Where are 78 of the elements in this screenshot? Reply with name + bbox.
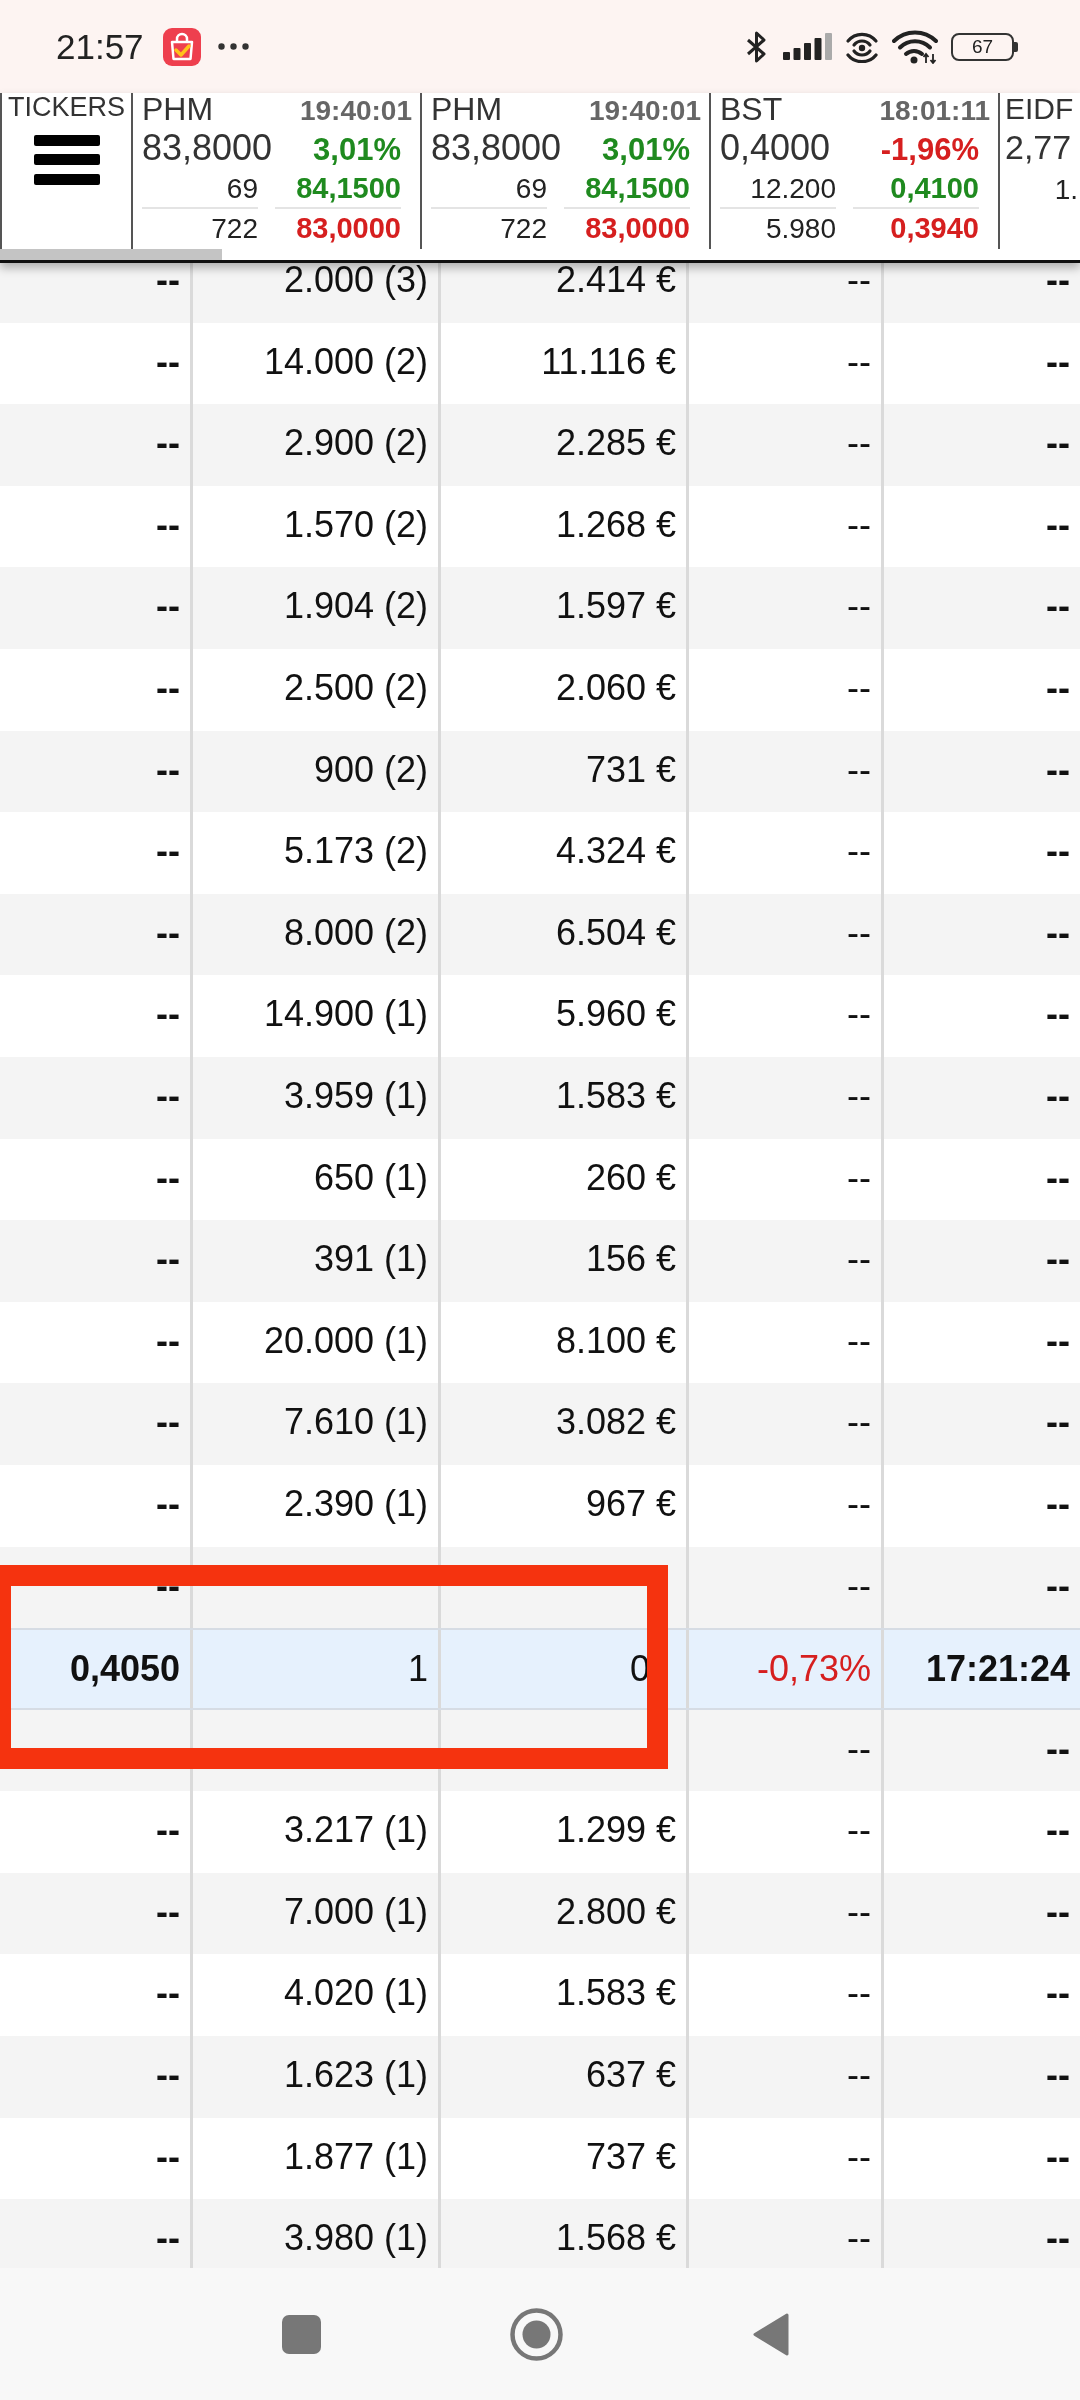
table-cell-text: -- bbox=[1045, 2134, 1071, 2179]
table-row[interactable]: -- 3.959 (1) 1.583 € -- -- bbox=[0, 1056, 1080, 1139]
ticker-figure: 83,0000 bbox=[295, 211, 401, 246]
ticker-symbol: EIDF bbox=[1005, 93, 1075, 125]
table-cell-text: -- bbox=[1045, 829, 1071, 874]
table-cell-text: -- bbox=[1045, 263, 1071, 302]
table-row[interactable]: -- 7.000 (1) 2.800 € -- -- bbox=[0, 1872, 1080, 1955]
menu-icon[interactable] bbox=[33, 135, 100, 185]
signal-bars-icon bbox=[783, 33, 832, 60]
ticker-count: 1. bbox=[1053, 173, 1078, 207]
shopping-bag-icon bbox=[162, 27, 201, 66]
more-dots-icon bbox=[217, 43, 249, 50]
table-cell-text: -- bbox=[1045, 1563, 1071, 1608]
ticker-count: 722 bbox=[499, 212, 547, 246]
ticker-price: 0,4000 bbox=[720, 126, 831, 170]
table-row[interactable]: -- 391 (1) 156 € -- -- bbox=[0, 1220, 1080, 1302]
ticker-symbol: BST bbox=[720, 93, 783, 125]
table-cell-text: -- bbox=[1045, 1481, 1071, 1526]
table-cell-text: -- bbox=[1045, 502, 1071, 547]
ticker-figure: 84,1500 bbox=[564, 170, 690, 209]
ticker-card[interactable]: PHM 19:40:01 83,8000 3,01% 69 84,1500 722 83,0000 bbox=[422, 93, 711, 249]
ticker-count: 5.980 bbox=[764, 212, 836, 246]
ticker-symbol: PHM bbox=[431, 93, 503, 125]
ticker-count: 12.200 bbox=[720, 170, 836, 209]
table-cell-text: -- bbox=[1045, 747, 1071, 792]
table-cell-text: -- bbox=[1045, 992, 1071, 1037]
table-row[interactable]: -- 3.980 (1) 1.568 € -- -- bbox=[0, 2199, 1080, 2268]
table-row[interactable]: -- 900 (2) 731 € -- -- bbox=[0, 730, 1080, 813]
ticker-time: 19:40:01 bbox=[299, 95, 412, 127]
ticker-count: 69 bbox=[431, 170, 547, 209]
table-cell-text: -- bbox=[1045, 2053, 1071, 2098]
ticker-figure: 83,0000 bbox=[584, 211, 690, 246]
ticker-count: 69 bbox=[142, 170, 258, 209]
table-cell-text: -- bbox=[1045, 339, 1071, 384]
battery-percent: 67 bbox=[971, 36, 994, 57]
table-cell-text: -- bbox=[1045, 665, 1071, 710]
ticker-change: 3,01% bbox=[313, 131, 401, 169]
home-icon[interactable] bbox=[510, 2307, 563, 2361]
table-cell-text: -- bbox=[1045, 1155, 1071, 1200]
table-cell-text: -- bbox=[1045, 1073, 1071, 1118]
ticker-change: 3,01% bbox=[602, 131, 690, 169]
table-row[interactable]: -- 1.623 (1) 637 € -- -- bbox=[0, 2036, 1080, 2118]
table-cell-text: 17:21:24 bbox=[924, 1647, 1071, 1692]
ticker-figure: 84,1500 bbox=[275, 170, 401, 209]
table-row[interactable]: -- 2.000 (3) 2.414 € -- -- bbox=[0, 263, 1080, 323]
back-icon[interactable] bbox=[752, 2311, 790, 2357]
ticker-card[interactable]: BST 18:01:11 0,4000 -1,96% 12.200 0,4100 5.980 0,3940 bbox=[711, 93, 1000, 249]
table-cell-text: -- bbox=[1045, 421, 1071, 466]
ticker-price: 2,77 bbox=[1005, 127, 1073, 168]
table-cell-text: -- bbox=[1045, 910, 1071, 955]
wifi-icon bbox=[892, 29, 938, 64]
table-cell-text: -- bbox=[1045, 1237, 1071, 1282]
table-cell-text: -- bbox=[1045, 1318, 1071, 1363]
table-row[interactable]: -- 2.900 (2) 2.285 € -- -- bbox=[0, 404, 1080, 486]
table-cell-text: -- bbox=[1045, 1889, 1071, 1934]
table-cell-text: -- bbox=[1045, 1400, 1071, 1445]
ticker-figure: 0,4100 bbox=[853, 170, 979, 209]
square-icon[interactable] bbox=[282, 2314, 321, 2354]
table-cell-text: -- bbox=[1045, 1726, 1071, 1771]
ticker-price: 83,8000 bbox=[431, 126, 562, 170]
clock-time: 21:57 bbox=[56, 26, 144, 67]
table-row[interactable]: -- 8.000 (2) 6.504 € -- -- bbox=[0, 893, 1080, 976]
table-cell-text: -- bbox=[1045, 1808, 1071, 1853]
ticker-price: 83,8000 bbox=[142, 126, 273, 170]
broadcast-icon bbox=[845, 30, 879, 63]
ticker-change: -1,96% bbox=[880, 131, 979, 169]
ticker-count: 722 bbox=[210, 212, 258, 246]
ticker-time: 18:01:11 bbox=[879, 95, 990, 127]
table-row[interactable]: -- 1.904 (2) 1.597 € -- -- bbox=[0, 567, 1080, 649]
table-cell-text: -- bbox=[1045, 584, 1071, 629]
ticker-card[interactable]: EIDF 2,77 1. bbox=[1000, 93, 1080, 249]
ticker-figure: 0,3940 bbox=[889, 211, 979, 246]
table-cell-text: -- bbox=[1045, 2216, 1071, 2261]
ticker-time: 19:40:01 bbox=[588, 95, 701, 127]
tickers-label: TICKERS bbox=[8, 93, 125, 121]
table-row[interactable]: -- 7.610 (1) 3.082 € -- -- bbox=[0, 1383, 1080, 1465]
table-cell-text: -- bbox=[1045, 1971, 1071, 2016]
ticker-symbol: PHM bbox=[142, 93, 214, 125]
